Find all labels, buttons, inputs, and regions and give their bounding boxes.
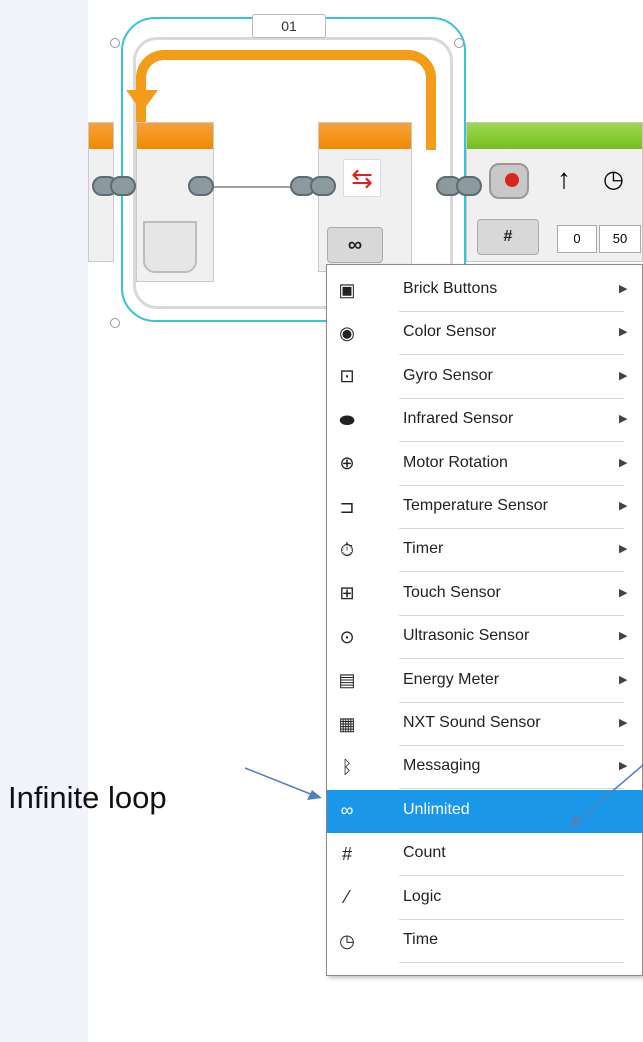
annotation-arrow-left — [244, 767, 319, 798]
annotation-arrows — [244, 764, 643, 828]
annotation-arrowhead-left — [307, 790, 322, 800]
annotation-arrow-right — [573, 764, 643, 825]
annotation-arrowhead-right — [569, 814, 582, 828]
